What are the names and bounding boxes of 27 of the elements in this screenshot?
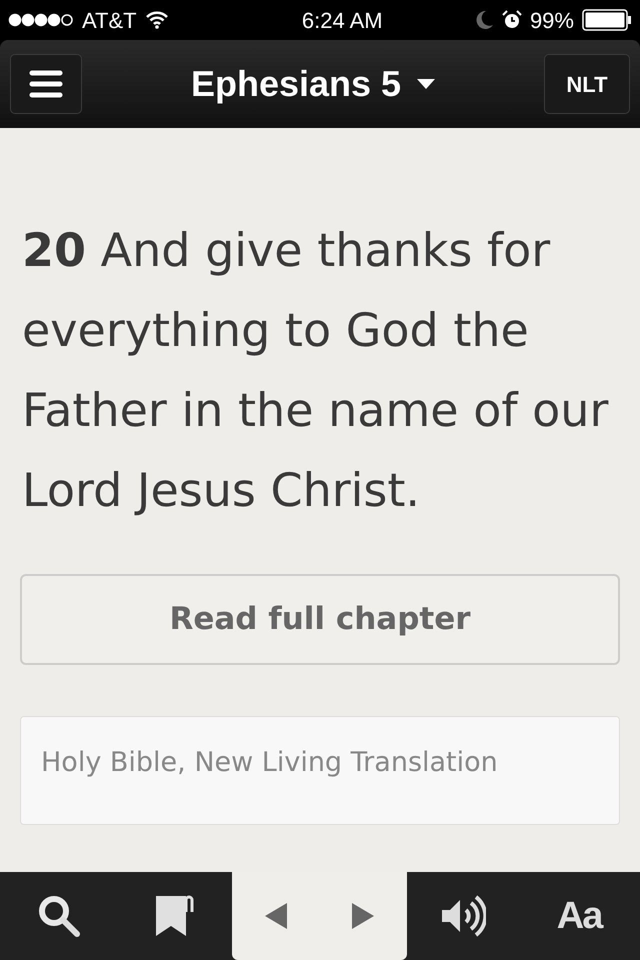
alarm-icon bbox=[502, 10, 522, 30]
search-button[interactable] bbox=[36, 894, 80, 938]
search-icon bbox=[36, 894, 80, 938]
left-arrow-icon bbox=[264, 903, 287, 929]
time-label: 6:24 AM bbox=[302, 6, 383, 34]
audio-button[interactable] bbox=[440, 894, 486, 938]
signal-icon bbox=[8, 13, 74, 27]
battery-icon bbox=[582, 9, 632, 31]
chapter-dropdown[interactable]: Ephesians 5 bbox=[184, 56, 442, 112]
copyright-text: Holy Bible, New Living Translation bbox=[41, 747, 498, 778]
carrier-label: AT&T bbox=[82, 6, 137, 34]
previous-button[interactable] bbox=[264, 903, 287, 929]
bookmark-icon bbox=[154, 894, 196, 938]
verse-text: 20 And give thanks for everything to God the Father in the name of our Lord Jesus Christ. bbox=[21, 222, 610, 519]
caret-icon bbox=[417, 79, 436, 89]
font-size-button[interactable]: Aa bbox=[550, 886, 608, 946]
bookmark-button[interactable] bbox=[154, 894, 196, 938]
next-button[interactable] bbox=[352, 903, 374, 929]
menu-icon bbox=[29, 70, 63, 98]
moon-icon bbox=[476, 10, 494, 30]
version-button[interactable]: NLT bbox=[544, 54, 630, 114]
read-chapter-button[interactable]: Read full chapter bbox=[20, 574, 620, 665]
battery-label: 99% bbox=[530, 6, 574, 34]
speaker-icon bbox=[440, 894, 486, 938]
wifi-icon bbox=[144, 11, 169, 29]
menu-button[interactable] bbox=[10, 54, 82, 114]
right-arrow-icon bbox=[352, 903, 374, 929]
